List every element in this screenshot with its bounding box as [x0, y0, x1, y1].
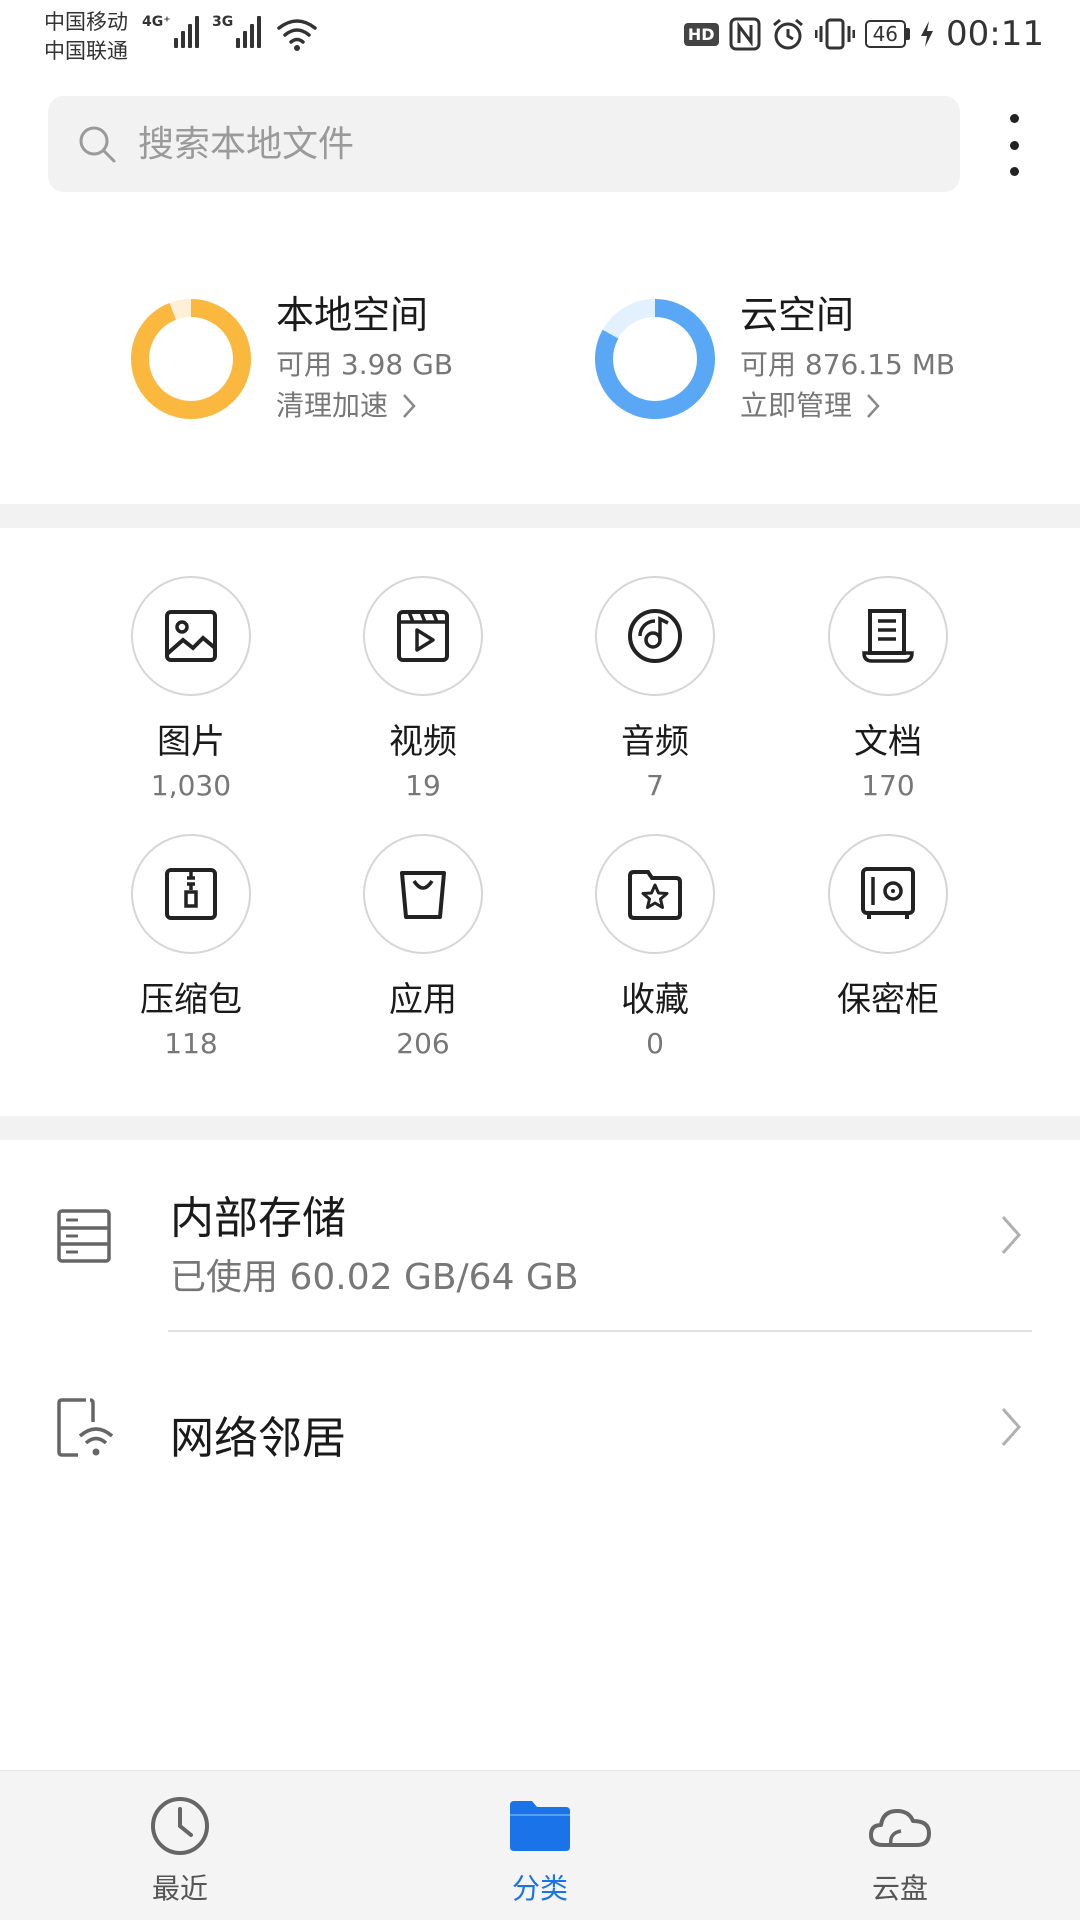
category-favorites[interactable]: 收藏 0 [555, 834, 755, 1064]
battery-indicator: 46 [864, 20, 911, 48]
more-vertical-icon [1009, 114, 1019, 123]
charging-icon [921, 21, 934, 47]
sim2-signal: 3G [212, 14, 262, 48]
safe-icon [861, 867, 915, 919]
document-icon [862, 609, 914, 663]
cloud-icon [869, 1809, 931, 1847]
category-safe[interactable]: 保密柜 [788, 834, 988, 1020]
cloud-storage-available: 可用 876.15 MB [740, 348, 956, 381]
manage-now-link[interactable]: 立即管理 [740, 386, 955, 426]
app-bag-icon [400, 871, 446, 919]
category-documents[interactable]: 文档 170 [788, 576, 988, 806]
cloud-storage-donut [595, 299, 715, 419]
category-count: 206 [396, 1027, 450, 1060]
network-neighbor-row[interactable]: 网络邻居 [0, 1332, 1080, 1526]
vibrate-icon [814, 18, 855, 50]
alarm-icon [772, 18, 803, 50]
network-neighbor-icon [57, 1398, 114, 1457]
category-audio[interactable]: 音频 7 [555, 576, 755, 806]
search-input[interactable] [138, 123, 898, 165]
image-icon [165, 610, 217, 662]
chevron-right-icon [1001, 1408, 1022, 1446]
status-time: 00:11 [946, 14, 1044, 54]
video-icon [397, 610, 449, 662]
nav-label: 云盘 [871, 1872, 928, 1905]
status-bar: 中国移动 中国联通 4G⁺ 3G HD 46 00:11 [0, 0, 1080, 74]
audio-icon [628, 609, 682, 663]
folder-icon [510, 1801, 570, 1851]
search-icon [79, 126, 116, 163]
category-count: 1,030 [150, 769, 232, 802]
nfc-icon [729, 17, 761, 51]
battery-level: 46 [864, 20, 907, 48]
category-label: 保密柜 [837, 980, 939, 1020]
category-count: 19 [405, 769, 441, 802]
category-count: 118 [164, 1027, 218, 1060]
category-label: 应用 [389, 980, 457, 1020]
sim1-network-type: 4G⁺ [142, 14, 171, 30]
category-count: 170 [861, 769, 915, 802]
chevron-right-icon [867, 394, 880, 418]
category-archives[interactable]: 压缩包 118 [91, 834, 291, 1064]
status-right: HD 46 00:11 [683, 14, 1044, 54]
sim2-network-type: 3G [212, 14, 234, 30]
category-images[interactable]: 图片 1,030 [91, 576, 291, 806]
category-label: 音频 [621, 722, 689, 762]
signal-bars-icon [236, 14, 262, 48]
local-storage-available: 可用 3.98 GB [276, 348, 454, 381]
clock-icon [151, 1797, 209, 1855]
category-count: 7 [646, 769, 664, 802]
sim1-signal: 4G⁺ [142, 14, 199, 48]
hd-badge: HD [683, 22, 719, 46]
carrier-2: 中国联通 [44, 39, 128, 63]
cloud-storage-card[interactable]: 云空间 可用 876.15 MB 立即管理 [594, 290, 955, 426]
carrier-names: 中国移动 中国联通 [44, 8, 128, 66]
local-storage-donut [131, 299, 251, 419]
nav-recent[interactable]: 最近 [100, 1795, 260, 1907]
search-bar[interactable] [48, 96, 960, 192]
carrier-1: 中国移动 [44, 10, 128, 34]
chevron-right-icon [403, 394, 416, 418]
nav-categories[interactable]: 分类 [460, 1795, 620, 1907]
category-label: 视频 [389, 722, 457, 762]
clean-speedup-link[interactable]: 清理加速 [276, 386, 453, 426]
section-divider [0, 504, 1080, 528]
cloud-storage-title: 云空间 [740, 293, 855, 337]
category-label: 收藏 [621, 980, 689, 1020]
nav-label: 最近 [151, 1872, 208, 1905]
category-label: 文档 [854, 722, 922, 762]
category-count: 0 [646, 1027, 664, 1060]
internal-storage-usage: 已使用 60.02 GB/64 GB [170, 1257, 579, 1298]
favorite-folder-icon [628, 870, 682, 920]
local-storage-title: 本地空间 [276, 293, 429, 337]
nav-label: 分类 [511, 1872, 568, 1905]
section-divider [0, 1116, 1080, 1140]
signal-bars-icon [173, 14, 199, 48]
chevron-right-icon [1001, 1216, 1022, 1254]
internal-storage-row[interactable]: 内部存储 已使用 60.02 GB/64 GB [0, 1140, 1080, 1330]
category-label: 图片 [157, 722, 225, 762]
category-videos[interactable]: 视频 19 [323, 576, 523, 806]
internal-storage-title: 内部存储 [170, 1193, 346, 1244]
zip-icon [165, 868, 217, 920]
local-storage-card[interactable]: 本地空间 可用 3.98 GB 清理加速 [130, 290, 453, 426]
clean-speedup-label: 清理加速 [276, 389, 389, 422]
file-manager-screen: 中国移动 中国联通 4G⁺ 3G HD 46 00:11 搜索本地文件 本地空间… [0, 0, 1080, 1920]
wifi-status-icon [277, 19, 317, 51]
category-apps[interactable]: 应用 206 [323, 834, 523, 1064]
nav-cloud[interactable]: 云盘 [820, 1795, 980, 1907]
bottom-navigation: 最近 分类 云盘 [0, 1770, 1080, 1920]
network-neighbor-title: 网络邻居 [170, 1413, 346, 1464]
manage-now-label: 立即管理 [740, 389, 853, 422]
more-options-button[interactable] [998, 114, 1030, 176]
category-label: 压缩包 [140, 980, 242, 1020]
storage-icon [57, 1209, 111, 1263]
